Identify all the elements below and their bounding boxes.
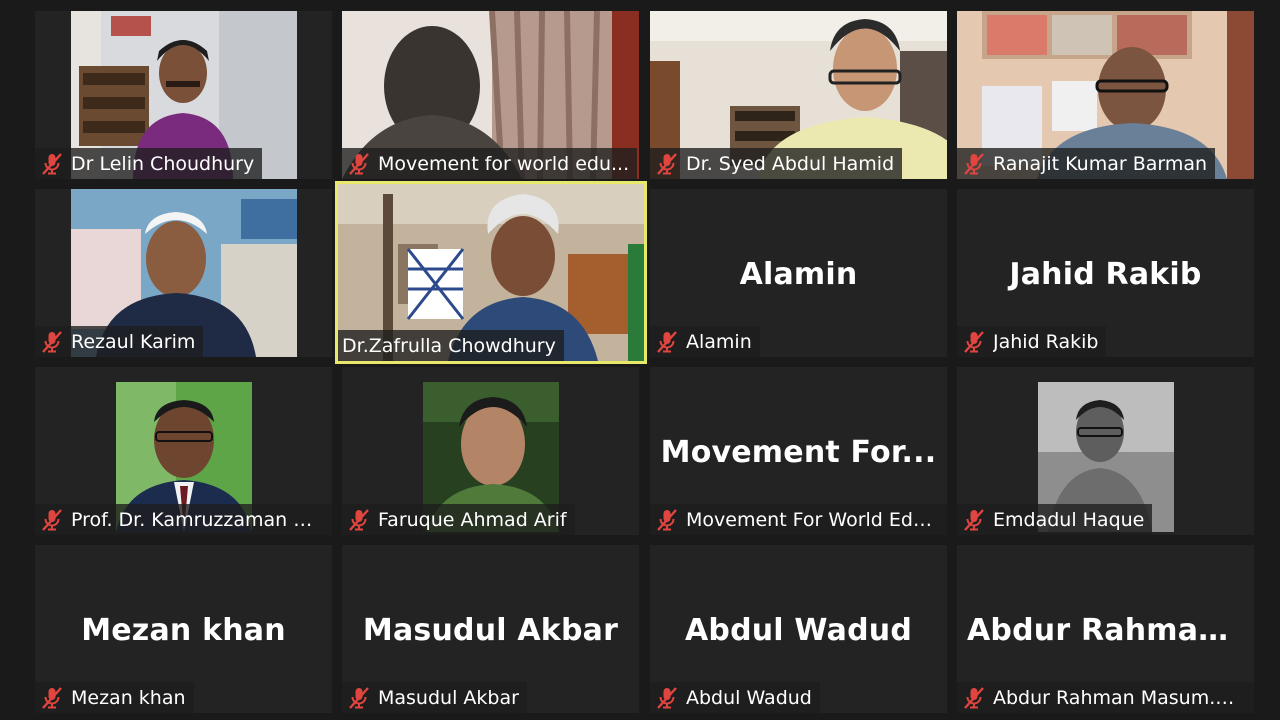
participant-tile-active-speaker[interactable]: Dr.Zafrulla Chowdhury [335,181,647,364]
participant-tile[interactable]: Rezaul Karim [35,189,332,357]
participant-name: Dr.Zafrulla Chowdhury [342,334,556,357]
participant-name-label: Masudul Akbar [342,682,527,713]
participant-name-label: Movement For World Edu... [650,504,947,535]
microphone-muted-icon [346,507,372,533]
participant-name-label: Ranajit Kumar Barman [957,148,1216,179]
microphone-muted-icon [654,329,680,355]
participant-tile[interactable]: Abdur Rahman... Abdur Rahman Masum.D... [957,545,1254,713]
participant-name-label: Mezan khan [35,682,194,713]
microphone-muted-icon [961,151,987,177]
participant-tile[interactable]: Prof. Dr. Kamruzzaman M... [35,367,332,535]
participant-tile[interactable]: Mezan khan Mezan khan [35,545,332,713]
participant-tile[interactable]: Dr Lelin Choudhury [35,11,332,179]
participant-name: Rezaul Karim [71,330,196,353]
participant-name: Faruque Ahmad Arif [378,508,567,531]
microphone-muted-icon [39,151,65,177]
microphone-muted-icon [654,685,680,711]
microphone-muted-icon [39,329,65,355]
participant-name: Dr. Syed Abdul Hamid [686,152,895,175]
participant-display-name: Abdul Wadud [684,613,913,648]
microphone-muted-icon [39,685,65,711]
participant-name-label: Dr. Syed Abdul Hamid [650,148,903,179]
participant-name-label: Emdadul Haque [957,504,1153,535]
participant-display-name: Masudul Akbar [362,613,619,648]
microphone-muted-icon [346,151,372,177]
participant-name-label: Alamin [650,326,760,357]
participant-name: Mezan khan [71,686,186,709]
participant-tile[interactable]: Faruque Ahmad Arif [342,367,639,535]
participant-name-label: Dr.Zafrulla Chowdhury [338,330,564,361]
gallery-view: Dr Lelin Choudhury Movement for world ed… [0,0,1280,720]
participant-tile[interactable]: Movement for world edu... [342,11,639,179]
microphone-muted-icon [961,329,987,355]
microphone-muted-icon [961,507,987,533]
participant-tile[interactable]: Emdadul Haque [957,367,1254,535]
participant-tile[interactable]: Ranajit Kumar Barman [957,11,1254,179]
participant-name: Alamin [686,330,752,353]
participant-name: Prof. Dr. Kamruzzaman M... [71,508,324,531]
participant-name: Movement For World Edu... [686,508,939,531]
participant-name-label: Dr Lelin Choudhury [35,148,263,179]
participant-name-label: Jahid Rakib [957,326,1107,357]
participant-name: Movement for world edu... [378,152,630,175]
participant-name: Ranajit Kumar Barman [993,152,1208,175]
participant-name-label: Faruque Ahmad Arif [342,504,575,535]
microphone-muted-icon [961,685,987,711]
microphone-muted-icon [654,507,680,533]
participant-name: Emdadul Haque [993,508,1145,531]
participant-display-name: Jahid Rakib [1009,257,1202,292]
participant-tile[interactable]: Masudul Akbar Masudul Akbar [342,545,639,713]
participant-name-label: Abdul Wadud [650,682,820,713]
microphone-muted-icon [346,685,372,711]
participant-name: Dr Lelin Choudhury [71,152,255,175]
participant-name-label: Movement for world edu... [342,148,638,179]
participant-tile[interactable]: Alamin Alamin [650,189,947,357]
participant-tile[interactable]: Movement For... Movement For World Edu..… [650,367,947,535]
participant-display-name: Movement For... [660,435,937,470]
participant-name-label: Rezaul Karim [35,326,204,357]
participant-name: Masudul Akbar [378,686,519,709]
participant-display-name: Mezan khan [81,613,286,648]
participant-name: Jahid Rakib [993,330,1099,353]
participant-name: Abdur Rahman Masum.D... [993,686,1246,709]
participant-name-label: Prof. Dr. Kamruzzaman M... [35,504,332,535]
participant-name: Abdul Wadud [686,686,812,709]
participant-tile[interactable]: Jahid Rakib Jahid Rakib [957,189,1254,357]
participant-display-name: Abdur Rahman... [967,613,1254,648]
participant-name-label: Abdur Rahman Masum.D... [957,682,1254,713]
microphone-muted-icon [654,151,680,177]
participant-display-name: Alamin [739,257,858,292]
participant-tile[interactable]: Abdul Wadud Abdul Wadud [650,545,947,713]
microphone-muted-icon [39,507,65,533]
participant-tile[interactable]: Dr. Syed Abdul Hamid [650,11,947,179]
